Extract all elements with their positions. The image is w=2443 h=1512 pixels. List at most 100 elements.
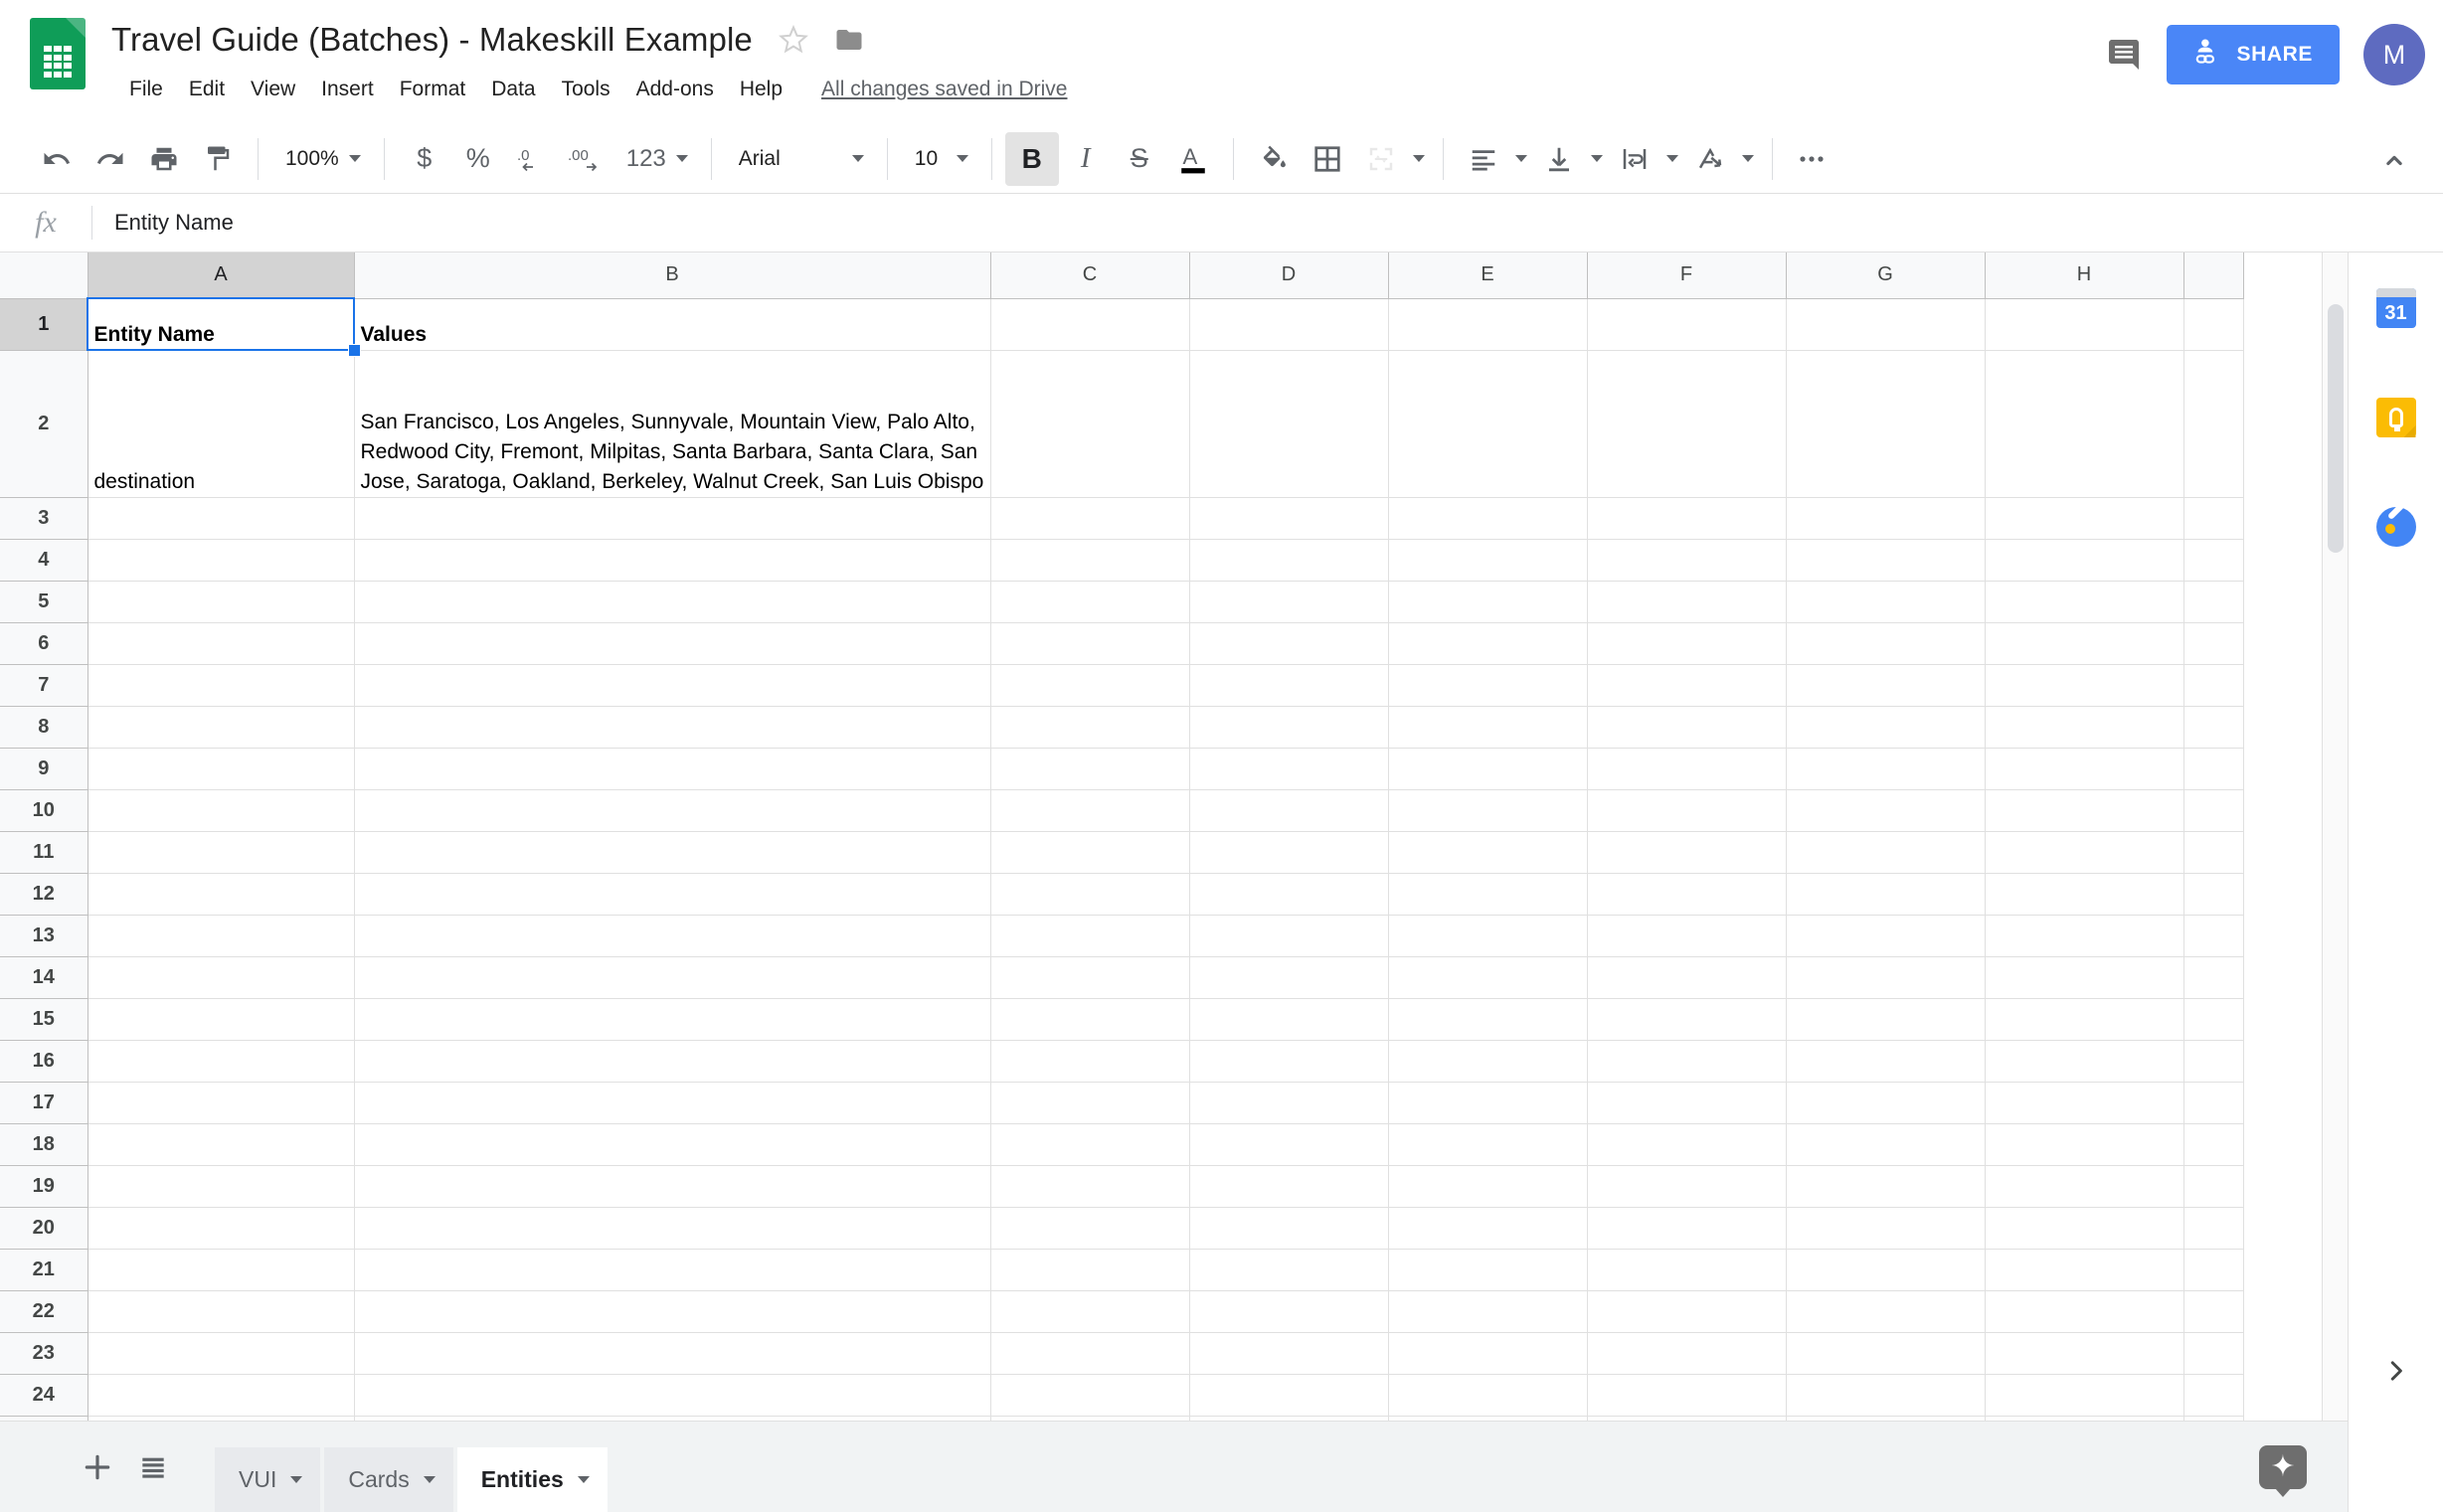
cell-D23[interactable] [1189, 1332, 1389, 1375]
cell-I20[interactable] [2183, 1207, 2244, 1250]
cell-D10[interactable] [1189, 789, 1389, 832]
cell-H16[interactable] [1985, 1040, 2184, 1083]
cell-H7[interactable] [1985, 664, 2184, 707]
cell-D13[interactable] [1189, 915, 1389, 957]
cell-I23[interactable] [2183, 1332, 2244, 1375]
horizontal-align-icon[interactable] [1457, 132, 1510, 186]
row-header-7[interactable]: 7 [0, 664, 88, 707]
cell-B2[interactable]: San Francisco, Los Angeles, Sunnyvale, M… [354, 350, 991, 498]
star-outline-icon[interactable] [778, 25, 808, 55]
cell-C6[interactable] [990, 622, 1190, 665]
cell-D21[interactable] [1189, 1249, 1389, 1291]
bold-button[interactable]: B [1004, 131, 1059, 186]
cell-B7[interactable] [354, 664, 991, 707]
cell-D22[interactable] [1189, 1290, 1389, 1333]
cell-E22[interactable] [1388, 1290, 1588, 1333]
cell-B10[interactable] [354, 789, 991, 832]
cell-E13[interactable] [1388, 915, 1588, 957]
menu-item-data[interactable]: Data [478, 73, 548, 106]
cell-H18[interactable] [1985, 1123, 2184, 1166]
column-header-h[interactable]: H [1985, 252, 2184, 299]
cell-G13[interactable] [1786, 915, 1986, 957]
cell-A10[interactable] [87, 789, 355, 832]
cell-E18[interactable] [1388, 1123, 1588, 1166]
row-header-19[interactable]: 19 [0, 1165, 88, 1208]
cell-B1[interactable]: Values [354, 298, 991, 351]
cell-C22[interactable] [990, 1290, 1190, 1333]
row-header-2[interactable]: 2 [0, 350, 88, 498]
spreadsheet-grid[interactable]: A B C D E F G H 1 Entity Name Values 2 destination Sa… [0, 252, 2322, 1421]
cell-C7[interactable] [990, 664, 1190, 707]
comment-icon[interactable] [2093, 24, 2155, 85]
cell-F8[interactable] [1587, 706, 1787, 749]
cell-G10[interactable] [1786, 789, 1986, 832]
cell-E24[interactable] [1388, 1374, 1588, 1417]
menu-item-format[interactable]: Format [387, 73, 479, 106]
cell-A17[interactable] [87, 1082, 355, 1124]
wrap-chevron-down-icon[interactable] [1661, 132, 1683, 186]
chevron-down-icon[interactable] [577, 1476, 590, 1483]
cell-C15[interactable] [990, 998, 1190, 1041]
avatar[interactable]: M [2363, 24, 2425, 85]
cell-A2[interactable]: destination [87, 350, 355, 498]
cell-F3[interactable] [1587, 497, 1787, 540]
cell-I22[interactable] [2183, 1290, 2244, 1333]
cell-B20[interactable] [354, 1207, 991, 1250]
cell-C16[interactable] [990, 1040, 1190, 1083]
cell-F20[interactable] [1587, 1207, 1787, 1250]
text-color-button[interactable]: A [1166, 132, 1220, 186]
cell-E12[interactable] [1388, 873, 1588, 916]
cell-E21[interactable] [1388, 1249, 1588, 1291]
cell-A5[interactable] [87, 581, 355, 623]
cell-D17[interactable] [1189, 1082, 1389, 1124]
column-header-e[interactable]: E [1388, 252, 1588, 299]
cell-D6[interactable] [1189, 622, 1389, 665]
cell-I7[interactable] [2183, 664, 2244, 707]
cell-G17[interactable] [1786, 1082, 1986, 1124]
cell-A7[interactable] [87, 664, 355, 707]
cell-B17[interactable] [354, 1082, 991, 1124]
cell-C5[interactable] [990, 581, 1190, 623]
cell-H5[interactable] [1985, 581, 2184, 623]
menu-item-view[interactable]: View [238, 73, 308, 106]
row-header-17[interactable]: 17 [0, 1082, 88, 1124]
cell-B11[interactable] [354, 831, 991, 874]
cell-H3[interactable] [1985, 497, 2184, 540]
cell-H22[interactable] [1985, 1290, 2184, 1333]
cell-I18[interactable] [2183, 1123, 2244, 1166]
row-header-18[interactable]: 18 [0, 1123, 88, 1166]
cell-G11[interactable] [1786, 831, 1986, 874]
cell-C24[interactable] [990, 1374, 1190, 1417]
cell-E23[interactable] [1388, 1332, 1588, 1375]
cell-B9[interactable] [354, 748, 991, 790]
add-sheet-icon[interactable] [70, 1439, 125, 1495]
cell-B13[interactable] [354, 915, 991, 957]
cell-F7[interactable] [1587, 664, 1787, 707]
cell-D2[interactable] [1189, 350, 1389, 498]
cell-C19[interactable] [990, 1165, 1190, 1208]
column-header-g[interactable]: G [1786, 252, 1986, 299]
cell-G2[interactable] [1786, 350, 1986, 498]
italic-button[interactable]: I [1059, 132, 1113, 186]
column-header-i[interactable] [2183, 252, 2244, 299]
row-header-10[interactable]: 10 [0, 789, 88, 832]
borders-chevron-down-icon[interactable] [1408, 132, 1430, 186]
row-header-11[interactable]: 11 [0, 831, 88, 874]
cell-G18[interactable] [1786, 1123, 1986, 1166]
cell-G4[interactable] [1786, 539, 1986, 582]
cell-F17[interactable] [1587, 1082, 1787, 1124]
chevron-right-icon[interactable] [2370, 1345, 2422, 1397]
cell-C4[interactable] [990, 539, 1190, 582]
sheets-logo[interactable] [30, 18, 86, 89]
cell-H21[interactable] [1985, 1249, 2184, 1291]
cell-A13[interactable] [87, 915, 355, 957]
cell-E20[interactable] [1388, 1207, 1588, 1250]
borders-icon[interactable] [1301, 132, 1354, 186]
row-header-22[interactable]: 22 [0, 1290, 88, 1333]
cell-A22[interactable] [87, 1290, 355, 1333]
cell-B4[interactable] [354, 539, 991, 582]
cell-I12[interactable] [2183, 873, 2244, 916]
font-size-select[interactable]: 10 [901, 132, 978, 186]
cell-F12[interactable] [1587, 873, 1787, 916]
cell-H9[interactable] [1985, 748, 2184, 790]
